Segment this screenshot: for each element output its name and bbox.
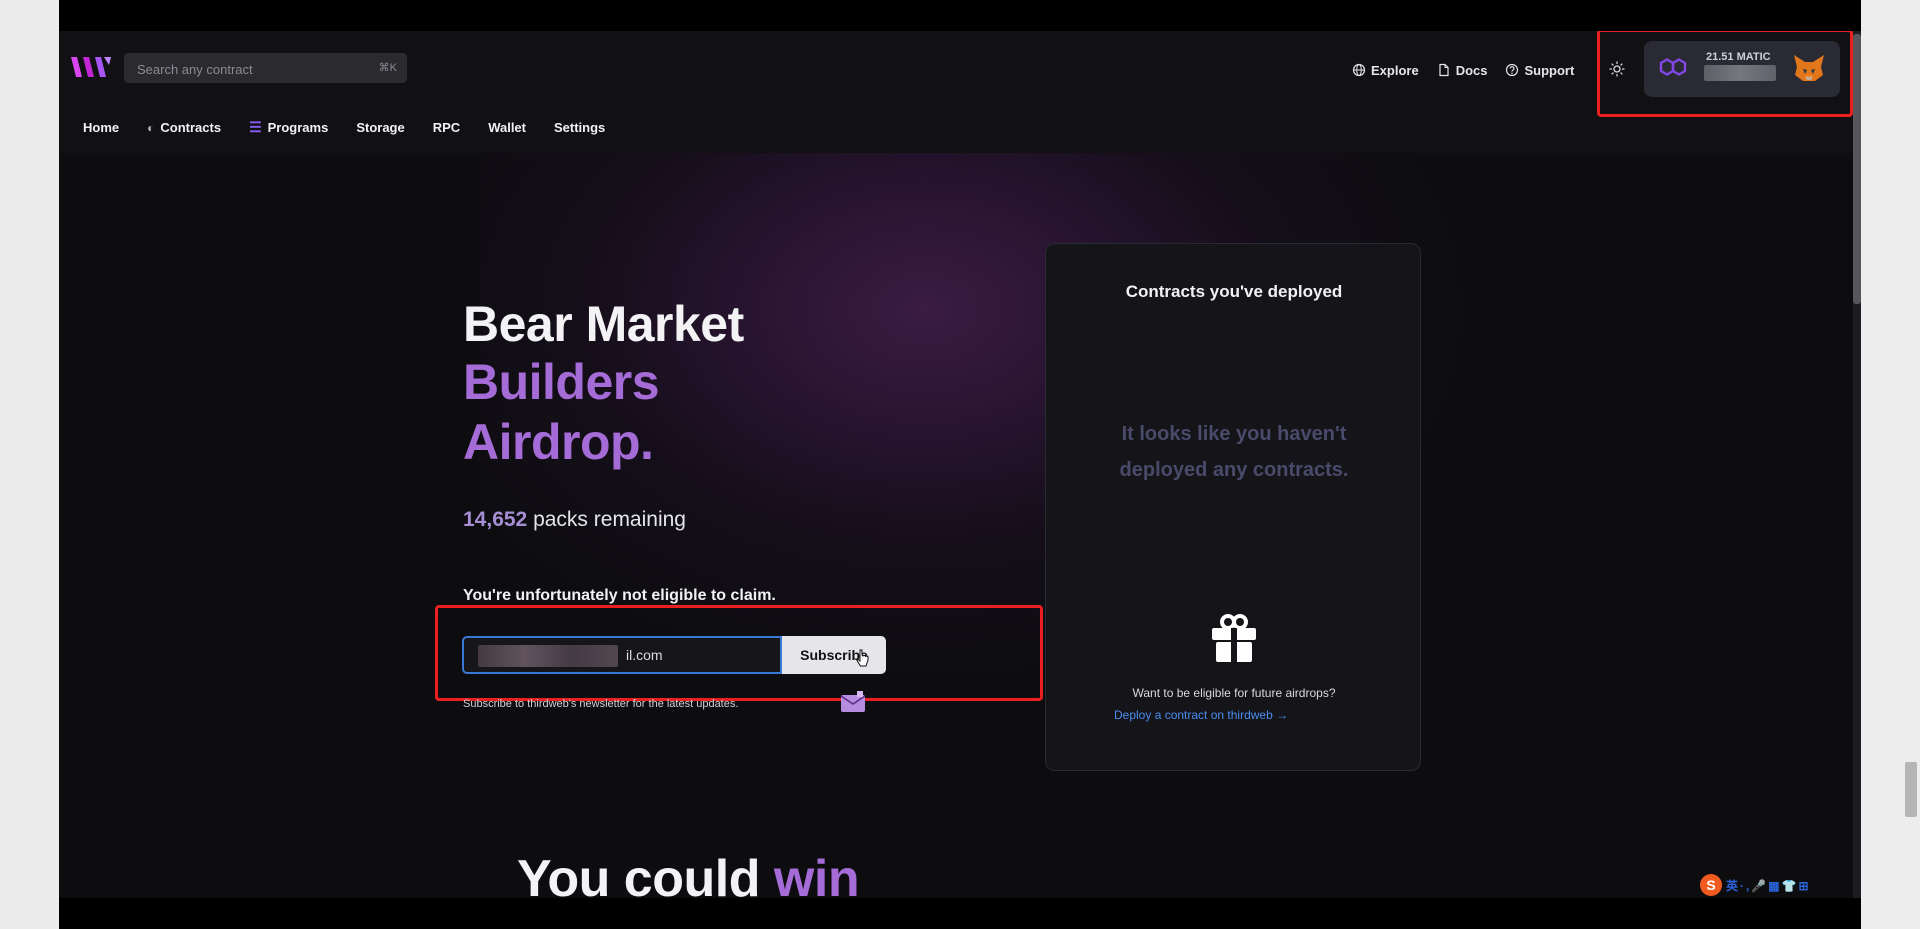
panel-title: Contracts you've deployed [1125, 282, 1343, 301]
contracts-icon: ◐ [147, 120, 155, 135]
hero-title-line3: Airdrop. [463, 414, 654, 470]
subscribe-button[interactable]: Subscribe [782, 636, 886, 674]
nav-storage-label: Storage [356, 120, 405, 135]
panel-question: Want to be eligible for future airdrops? [1132, 686, 1336, 700]
deployed-contracts-panel: Contracts you've deployed It looks like … [1045, 243, 1421, 771]
packs-remaining: 14,652 packs remaining [463, 508, 686, 532]
panel-empty-line2: deployed any contracts. [1119, 459, 1349, 481]
nav-contracts[interactable]: ◐ Contracts [147, 119, 221, 136]
email-field-wrapper[interactable] [462, 636, 782, 674]
eligibility-message: You're unfortunately not eligible to cla… [463, 587, 776, 604]
nav-contracts-label: Contracts [160, 120, 222, 135]
search-box[interactable]: ⌘K [124, 53, 407, 85]
sogou-ime-icon[interactable]: S [1700, 874, 1722, 896]
nav-rpc-label: RPC [432, 120, 461, 135]
nav-programs-label: Programs [267, 120, 329, 135]
mail-icon [840, 691, 866, 712]
nav-wallet[interactable]: Wallet [488, 119, 526, 136]
mouse-pointer-icon [856, 649, 869, 667]
deploy-contract-link[interactable]: Deploy a contract on thirdweb → [1114, 708, 1288, 722]
nav-wallet-label: Wallet [488, 120, 526, 135]
top-header: ⌘K Explore Docs Support [59, 31, 1861, 153]
panel-empty-state: It looks like you haven't deployed any c… [1086, 416, 1382, 488]
inner-scrollbar-thumb[interactable] [1853, 34, 1861, 304]
gift-icon [1212, 614, 1256, 662]
browser-top-bar [59, 0, 1861, 31]
ime-tools-icon[interactable]: 英·,🎤▦👕⊞ [1726, 877, 1811, 894]
browser-left-margin [0, 0, 59, 929]
app-viewport: ⌘K Explore Docs Support [59, 31, 1861, 898]
email-field[interactable] [464, 638, 780, 672]
browser-bottom-bar [59, 898, 1861, 929]
docs-label: Docs [1455, 62, 1488, 78]
globe-icon [1352, 63, 1366, 77]
support-link[interactable]: Support [1505, 60, 1574, 80]
newsletter-note: Subscribe to thirdweb's newsletter for t… [463, 698, 739, 710]
nav-settings[interactable]: Settings [554, 119, 605, 136]
nav-home-label: Home [83, 120, 120, 135]
search-input[interactable] [124, 53, 379, 85]
win-heading-text: You could [517, 850, 760, 898]
nav-rpc[interactable]: RPC [433, 119, 460, 136]
win-heading-accent: win [773, 850, 860, 898]
win-heading: You could win [517, 849, 860, 898]
docs-link[interactable]: Docs [1437, 60, 1488, 80]
support-label: Support [1524, 62, 1575, 78]
main-nav: Home ◐ Contracts ☰ Programs Storage RPC Wa… [83, 119, 605, 136]
outer-scrollbar-thumb[interactable] [1905, 762, 1917, 817]
help-circle-icon [1506, 63, 1519, 77]
hero-title-line1: Bear Market [463, 296, 744, 352]
search-shortcut-hint: ⌘K [378, 62, 397, 74]
nav-settings-label: Settings [554, 120, 606, 135]
nav-home[interactable]: Home [83, 119, 119, 136]
nav-storage[interactable]: Storage [356, 119, 404, 136]
packs-count: 14,652 [463, 508, 528, 531]
ime-toolbar[interactable]: S 英·,🎤▦👕⊞ [1700, 874, 1860, 896]
panel-empty-line1: It looks like you haven't [1121, 423, 1347, 445]
explore-link[interactable]: Explore [1352, 60, 1419, 80]
nav-programs[interactable]: ☰ Programs [249, 119, 328, 136]
thirdweb-logo-icon[interactable] [71, 55, 111, 79]
packs-suffix: packs remaining [533, 508, 686, 531]
hero-title-line2: Builders [463, 354, 660, 410]
top-links: Explore Docs Support [1352, 60, 1574, 80]
programs-icon: ☰ [249, 119, 262, 135]
wallet-highlight-box [1597, 31, 1853, 117]
doc-icon [1439, 63, 1449, 77]
explore-label: Explore [1371, 62, 1419, 78]
